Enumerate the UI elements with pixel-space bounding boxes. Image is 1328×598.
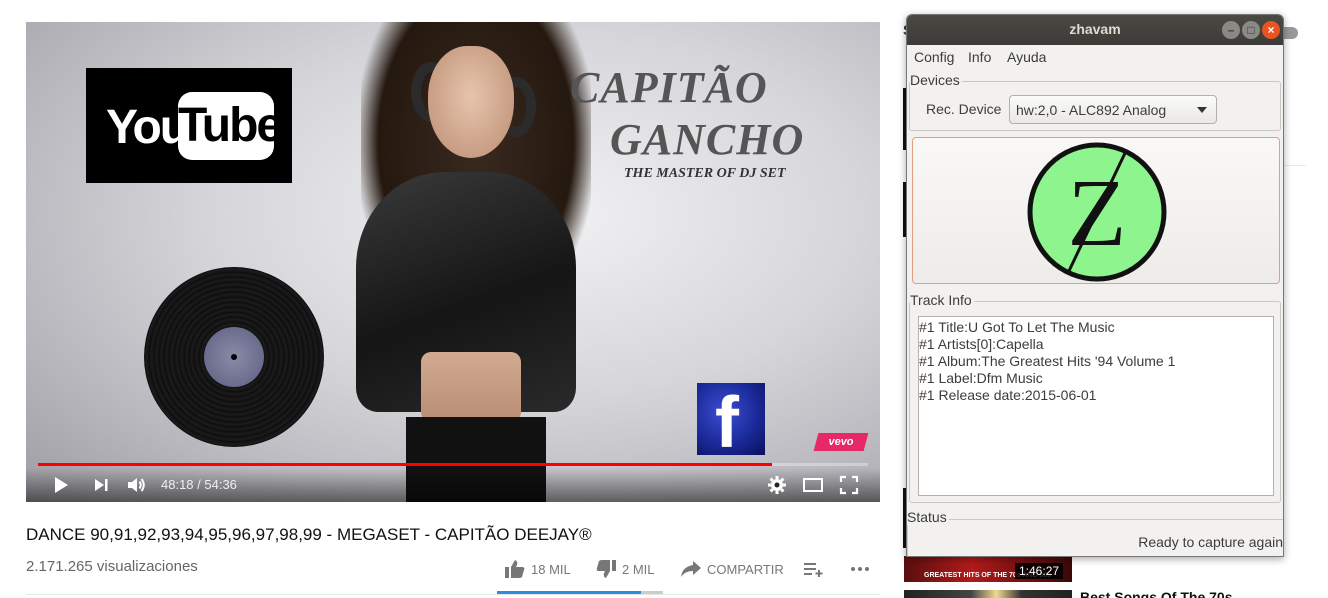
- track-line-title: #1 Title:U Got To Let The Music: [919, 319, 1115, 335]
- vevo-text: vevo: [828, 436, 854, 448]
- play-icon[interactable]: [50, 474, 72, 496]
- vevo-logo: vevo: [813, 433, 869, 451]
- vinyl-label: [204, 327, 264, 387]
- like-button[interactable]: 18 MIL: [505, 558, 571, 580]
- video-duration-badge: 1:46:27: [1015, 563, 1064, 579]
- logo-letter: Z: [1068, 159, 1127, 266]
- close-button[interactable]: ×: [1262, 21, 1280, 39]
- facebook-f: f: [715, 383, 739, 455]
- overlay-subtitle: THE MASTER OF DJ SET: [624, 166, 786, 181]
- settings-gear-icon[interactable]: [766, 474, 788, 496]
- thumbs-up-icon: [505, 560, 525, 578]
- track-info-textarea[interactable]: #1 Title:U Got To Let The Music #1 Artis…: [918, 316, 1274, 496]
- more-dots-icon: [851, 567, 869, 571]
- progress-bar-played: [38, 463, 773, 466]
- share-arrow-icon: [681, 561, 701, 577]
- rec-device-value: hw:2,0 - ALC892 Analog: [1016, 102, 1167, 118]
- facebook-logo: f: [697, 383, 765, 455]
- menu-config[interactable]: Config: [914, 49, 954, 65]
- menu-ayuda[interactable]: Ayuda: [1007, 49, 1046, 65]
- video-title: DANCE 90,91,92,93,94,95,96,97,98,99 - ME…: [26, 525, 592, 544]
- menu-info[interactable]: Info: [968, 49, 991, 65]
- like-count: 18 MIL: [531, 561, 571, 577]
- share-button[interactable]: COMPARTIR: [681, 558, 784, 580]
- zhavam-window: zhavam – □ × Config Info Ayuda Devices R…: [906, 14, 1284, 557]
- overlay-title-capitao: CAPITÃO: [570, 63, 768, 112]
- track-info-group-label: Track Info: [910, 292, 974, 308]
- rec-device-select[interactable]: hw:2,0 - ALC892 Analog: [1009, 95, 1217, 124]
- dj-girl-face: [428, 46, 514, 158]
- view-count: 2.171.265 visualizaciones: [26, 558, 198, 575]
- close-icon: ×: [1267, 23, 1275, 37]
- progress-bar[interactable]: [38, 463, 868, 466]
- menu-bar: Config Info Ayuda: [907, 45, 1283, 69]
- vinyl-record: [144, 267, 324, 447]
- youtube-logo: You Tube: [86, 68, 292, 183]
- track-line-label: #1 Label:Dfm Music: [919, 370, 1043, 386]
- rec-device-label: Rec. Device: [926, 101, 1002, 117]
- track-line-album: #1 Album:The Greatest Hits '94 Volume 1: [919, 353, 1176, 369]
- sidebar-video-title[interactable]: Best Songs Of The 70s: [1080, 589, 1232, 598]
- time-display: 48:18 / 54:36: [161, 477, 237, 492]
- next-icon[interactable]: [90, 474, 112, 496]
- dj-girl-torso: [421, 352, 521, 422]
- minimize-button[interactable]: –: [1222, 21, 1240, 39]
- capture-button[interactable]: Z: [912, 137, 1280, 284]
- volume-icon[interactable]: [125, 474, 147, 496]
- youtube-logo-tube: Tube: [178, 99, 283, 152]
- track-line-artist: #1 Artists[0]:Capella: [919, 336, 1044, 352]
- overlay-title-gancho: GANCHO: [610, 115, 805, 164]
- zhavam-logo-icon: Z: [1027, 142, 1167, 282]
- chevron-down-icon: [1197, 107, 1207, 113]
- fullscreen-icon[interactable]: [838, 474, 860, 496]
- maximize-icon: □: [1247, 23, 1255, 37]
- divider: [26, 594, 880, 595]
- player-controls: 48:18 / 54:36: [26, 468, 880, 502]
- sidebar-video-thumbnail[interactable]: [904, 590, 1072, 598]
- dislike-button[interactable]: 2 MIL: [596, 558, 655, 580]
- youtube-logo-tube-box: Tube: [178, 92, 283, 160]
- screen: You Tube CAPITÃO GANCHO THE MASTER OF DJ…: [0, 0, 1328, 598]
- more-actions-button[interactable]: [850, 558, 870, 580]
- theater-mode-icon[interactable]: [802, 474, 824, 496]
- share-label: COMPARTIR: [707, 561, 784, 577]
- sidebar-divider: [1284, 165, 1306, 166]
- thumbs-down-icon: [596, 560, 616, 578]
- track-line-release-date: #1 Release date:2015-06-01: [919, 387, 1097, 403]
- playlist-add-icon: [804, 563, 823, 577]
- status-message: Ready to capture again: [1138, 534, 1283, 550]
- maximize-button[interactable]: □: [1242, 21, 1260, 39]
- add-to-playlist-button[interactable]: [804, 558, 824, 580]
- window-titlebar[interactable]: zhavam – □ ×: [907, 15, 1283, 45]
- status-group-label: Status: [907, 509, 949, 525]
- dislike-count: 2 MIL: [622, 561, 655, 577]
- minimize-icon: –: [1227, 23, 1235, 37]
- video-player[interactable]: You Tube CAPITÃO GANCHO THE MASTER OF DJ…: [26, 22, 880, 502]
- devices-group-label: Devices: [910, 72, 962, 88]
- youtube-logo-you: You: [106, 101, 189, 154]
